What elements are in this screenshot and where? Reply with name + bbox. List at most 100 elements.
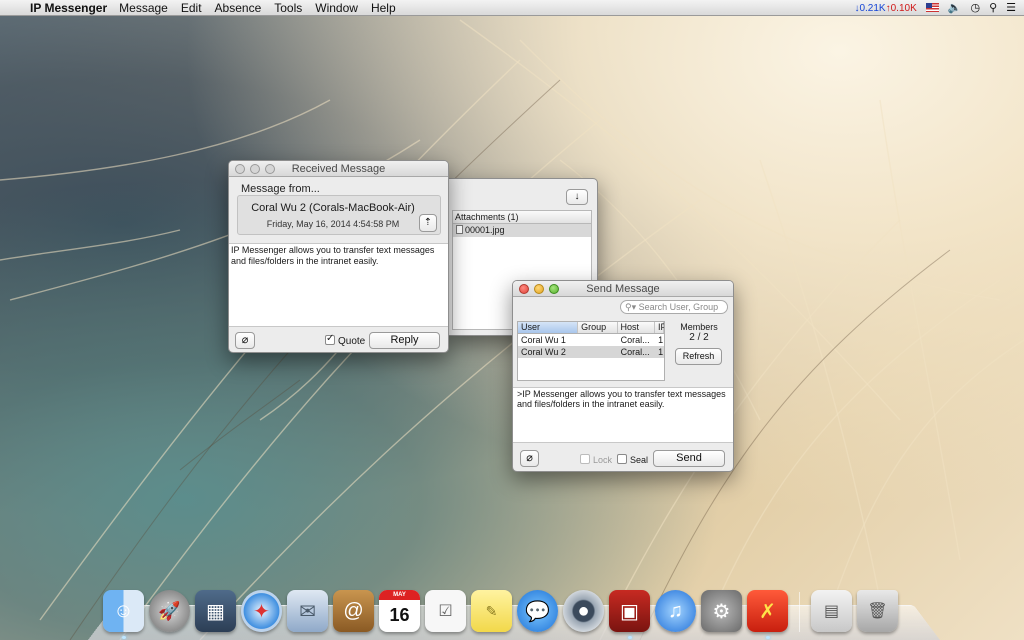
column-host[interactable]: Host: [618, 322, 656, 333]
menu-app-name[interactable]: IP Messenger: [30, 1, 107, 15]
reminders-icon[interactable]: ☑: [425, 590, 466, 632]
file-icon: [456, 225, 463, 234]
minimize-button[interactable]: [250, 164, 260, 174]
spotlight-search-icon[interactable]: ⚲: [989, 1, 997, 14]
row-host: Coral...: [620, 335, 650, 345]
downloads-stack-icon[interactable]: ▤: [811, 590, 852, 632]
quote-label: Quote: [338, 336, 366, 347]
message-from-label: Message from...: [241, 183, 320, 195]
notification-center-icon[interactable]: ☰: [1006, 1, 1016, 14]
user-table[interactable]: User Group Host IP Coral Wu 1 Coral... 1…: [517, 321, 665, 381]
mail-icon[interactable]: ✉: [287, 590, 328, 632]
contacts-icon[interactable]: @: [333, 590, 374, 632]
finder-icon[interactable]: ☺: [103, 590, 144, 639]
close-button[interactable]: [519, 284, 529, 294]
dock: ☺ 🚀 ▦ ✦ ✉ @ MAY 16 ☑ ✎ 💬 ● ▣ ♫ ⚙ ✗ ▤ 🗑: [103, 582, 898, 639]
attachment-filename: 00001.jpg: [465, 225, 505, 235]
zoom-button[interactable]: [265, 164, 275, 174]
lock-checkbox[interactable]: Lock: [580, 454, 612, 465]
running-indicator: [121, 636, 126, 639]
window-title: Received Message: [291, 163, 386, 175]
menu-help[interactable]: Help: [371, 1, 396, 15]
dock-separator: [799, 592, 800, 632]
system-preferences-icon[interactable]: ⚙: [701, 590, 742, 632]
send-titlebar[interactable]: Send Message: [513, 281, 733, 297]
menu-edit[interactable]: Edit: [181, 1, 202, 15]
user-table-header: User Group Host IP: [518, 322, 664, 334]
refresh-button[interactable]: Refresh: [675, 348, 722, 365]
row-user: Coral Wu 2: [521, 347, 566, 357]
clock-icon[interactable]: ◷: [970, 1, 980, 14]
calendar-month: MAY: [379, 590, 420, 600]
menu-window[interactable]: Window: [315, 1, 358, 15]
attach-file-button[interactable]: ⌀: [520, 450, 539, 467]
message-date: Friday, May 16, 2014 4:54:58 PM: [266, 219, 400, 229]
paperclip-icon: ⌀: [526, 452, 533, 464]
window-controls: [235, 164, 275, 174]
window-title: Send Message: [586, 283, 660, 295]
row-ip: 1: [658, 347, 664, 357]
itunes-icon[interactable]: ♫: [655, 590, 696, 632]
mission-control-icon[interactable]: ▦: [195, 590, 236, 632]
open-attachments-button[interactable]: ⇡: [419, 214, 437, 232]
send-message-window: Send Message ⚲▾ Search User, Group User …: [512, 280, 734, 472]
quote-check-icon: [325, 333, 335, 345]
table-row[interactable]: Coral Wu 2 Coral... 1: [518, 346, 664, 358]
launchpad-icon[interactable]: 🚀: [149, 590, 190, 632]
seal-label: Seal: [630, 455, 649, 465]
input-source-flag-icon[interactable]: [925, 3, 939, 12]
lock-label: Lock: [593, 455, 613, 465]
attachment-item[interactable]: 00001.jpg: [453, 224, 591, 237]
row-group: [578, 334, 617, 346]
sender-box: Coral Wu 2 (Corals-MacBook-Air) Friday, …: [237, 195, 441, 235]
lock-check-icon: [580, 454, 590, 464]
safari-icon[interactable]: ✦: [241, 590, 282, 632]
zoom-button[interactable]: [549, 284, 559, 294]
menu-bar: IP Messenger Message Edit Absence Tools …: [0, 0, 1024, 16]
close-button[interactable]: [235, 164, 245, 174]
calendar-day: 16: [389, 604, 410, 625]
attachment-clip-button[interactable]: ⌀: [235, 332, 255, 349]
members-count: 2 / 2: [689, 332, 709, 343]
seal-check-icon: [617, 454, 627, 464]
received-message-text[interactable]: IP Messenger allows you to transfer text…: [229, 243, 448, 327]
table-row[interactable]: Coral Wu 1 Coral... 1: [518, 334, 664, 346]
volume-icon[interactable]: 🔈: [948, 1, 962, 14]
net-up-rate: ↑0.10K: [885, 2, 917, 14]
menu-tools[interactable]: Tools: [274, 1, 302, 15]
trash-icon[interactable]: 🗑: [857, 590, 898, 632]
seal-checkbox[interactable]: Seal: [617, 454, 648, 465]
ip-messenger-dock-icon[interactable]: ✗: [747, 590, 788, 639]
status-area: ↓0.21K↑0.10K 🔈 ◷ ⚲ ☰: [854, 1, 1024, 14]
messages-icon[interactable]: 💬: [517, 590, 558, 632]
download-button[interactable]: ↓: [566, 189, 588, 205]
row-group: [578, 346, 617, 358]
send-button[interactable]: Send: [653, 450, 725, 467]
column-user[interactable]: User: [518, 322, 579, 333]
running-indicator: [765, 636, 770, 639]
received-titlebar[interactable]: Received Message: [229, 161, 448, 177]
column-ip[interactable]: IP: [655, 322, 664, 333]
send-message-input[interactable]: >IP Messenger allows you to transfer tex…: [513, 387, 733, 443]
net-down-rate: ↓0.21K: [854, 2, 886, 14]
search-icon: ⚲▾: [625, 302, 639, 312]
running-indicator: [627, 636, 632, 639]
menu-absence[interactable]: Absence: [215, 1, 262, 15]
menu-message[interactable]: Message: [119, 1, 168, 15]
sender-name: Coral Wu 2 (Corals-MacBook-Air): [251, 202, 415, 214]
notes-icon[interactable]: ✎: [471, 590, 512, 632]
minimize-button[interactable]: [534, 284, 544, 294]
column-group[interactable]: Group: [578, 322, 618, 333]
row-host: Coral...: [620, 347, 650, 357]
row-ip: 1: [658, 335, 664, 345]
calendar-icon[interactable]: MAY 16: [379, 590, 420, 632]
facetime-icon[interactable]: ●: [563, 590, 604, 632]
window-controls: [519, 284, 559, 294]
search-placeholder: Search User, Group: [638, 302, 719, 312]
members-label: Members: [680, 322, 718, 332]
photo-booth-icon[interactable]: ▣: [609, 590, 650, 639]
network-monitor[interactable]: ↓0.21K↑0.10K: [854, 2, 916, 14]
reply-button[interactable]: Reply: [369, 332, 440, 349]
quote-checkbox[interactable]: Quote: [325, 333, 366, 347]
search-user-group-input[interactable]: ⚲▾ Search User, Group: [620, 300, 728, 314]
